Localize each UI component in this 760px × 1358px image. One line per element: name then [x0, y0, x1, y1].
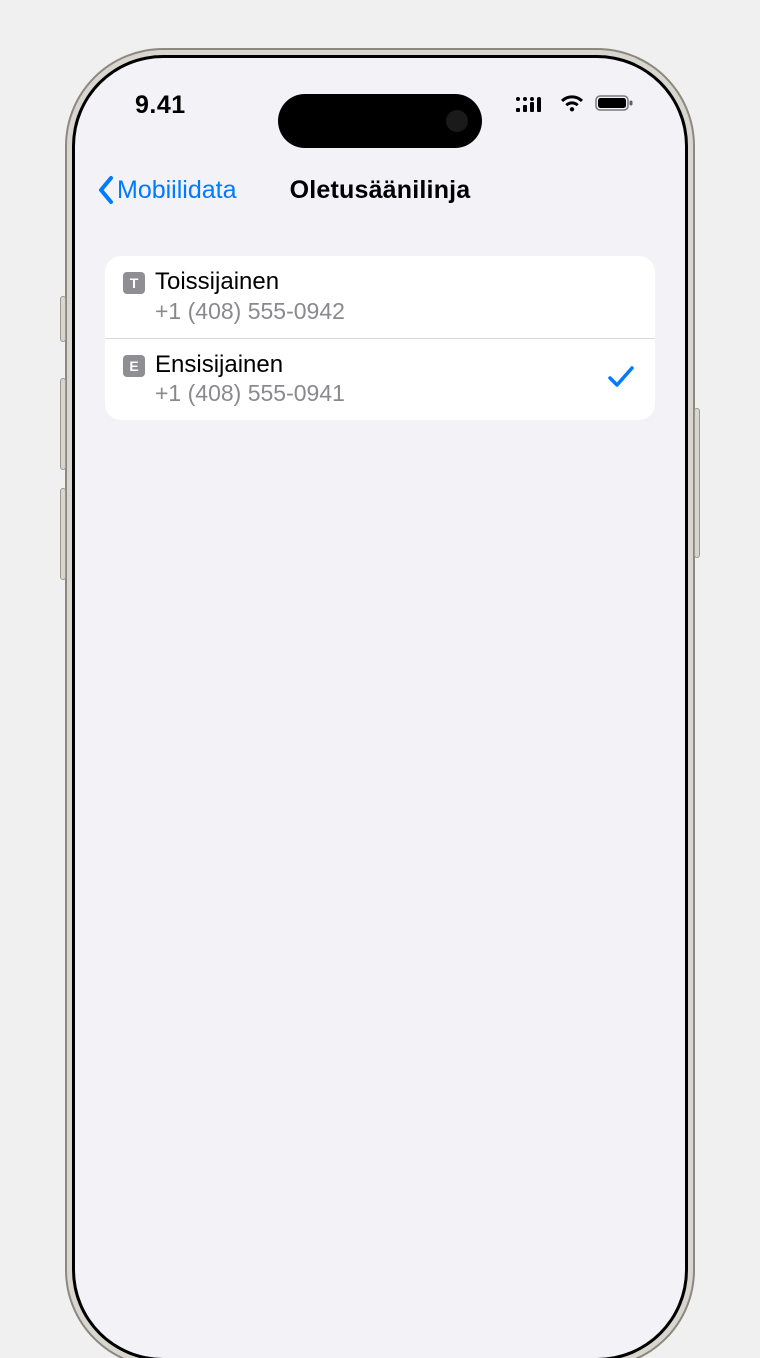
volume-up-button	[60, 378, 66, 470]
page-title: Oletusäänilinja	[290, 176, 471, 205]
battery-icon	[595, 93, 635, 118]
status-indicators	[515, 93, 635, 118]
lines-list: T Toissijainen +1 (408) 555-0942 E Ensis…	[105, 256, 655, 420]
side-button	[694, 408, 700, 558]
screen: 9.41	[81, 64, 679, 1352]
line-option-primary[interactable]: E Ensisijainen +1 (408) 555-0941	[105, 338, 655, 421]
checkmark-icon	[607, 364, 635, 395]
mute-switch	[60, 296, 66, 342]
status-time: 9.41	[135, 91, 186, 120]
status-bar: 9.41	[81, 64, 679, 160]
wifi-icon	[559, 93, 585, 118]
back-button[interactable]: Mobiilidata	[97, 160, 237, 220]
phone-frame: 9.41	[75, 58, 685, 1358]
line-badge: E	[123, 355, 145, 377]
line-number: +1 (408) 555-0941	[155, 379, 597, 408]
back-label: Mobiilidata	[117, 176, 237, 205]
volume-down-button	[60, 488, 66, 580]
line-label: Ensisijainen	[155, 351, 597, 380]
line-text: Toissijainen +1 (408) 555-0942	[155, 268, 635, 326]
line-option-secondary[interactable]: T Toissijainen +1 (408) 555-0942	[105, 256, 655, 338]
dual-sim-signal-icon	[515, 93, 549, 118]
nav-bar: Mobiilidata Oletusäänilinja	[81, 160, 679, 220]
line-number: +1 (408) 555-0942	[155, 297, 635, 326]
chevron-left-icon	[97, 175, 115, 205]
line-badge: T	[123, 272, 145, 294]
line-label: Toissijainen	[155, 268, 635, 297]
line-text: Ensisijainen +1 (408) 555-0941	[155, 351, 597, 409]
